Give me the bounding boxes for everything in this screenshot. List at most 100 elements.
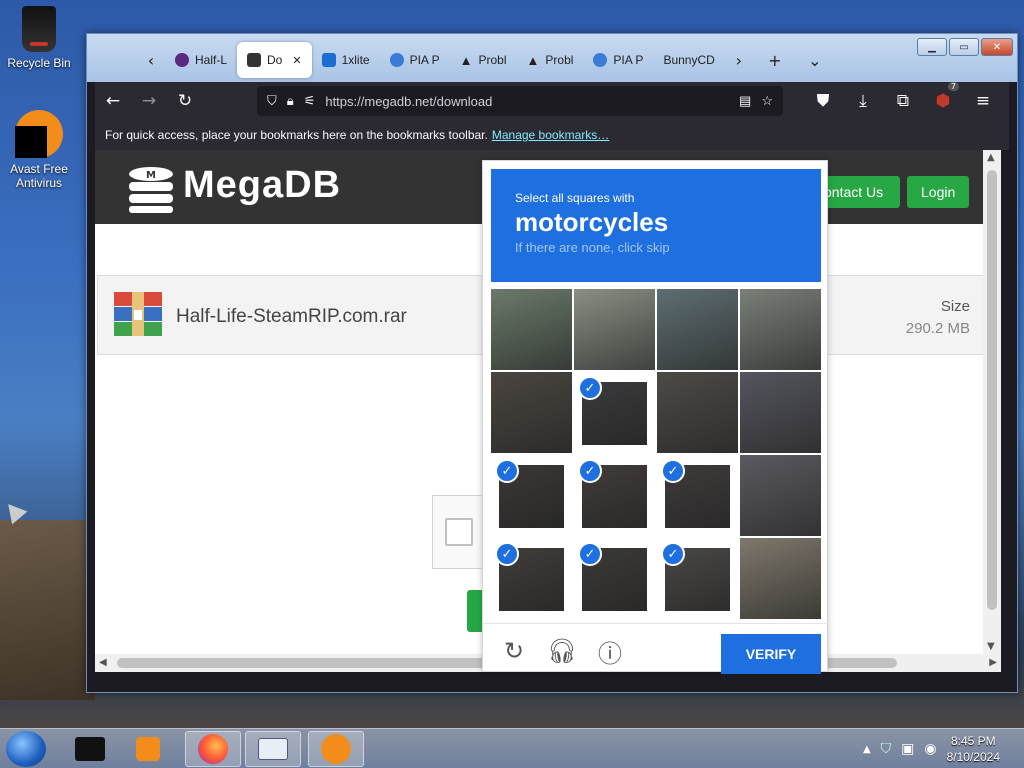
tab-problem-2[interactable]: ▲ Probl — [517, 42, 584, 78]
ublock-icon[interactable]: ⬢ 7 — [925, 82, 961, 116]
tab-strip: ‹ Half-L Do ✕ 1xlite PIA P ▲ Probl ▲ Pro… — [87, 38, 907, 82]
clock[interactable]: 8:45 PM 8/10/2024 — [947, 733, 1000, 765]
close-window-icon[interactable]: ✕ — [981, 38, 1013, 56]
show-hidden-icons-icon[interactable]: ▲ — [863, 744, 871, 755]
taskbar-firefox[interactable] — [185, 731, 241, 767]
captcha-tile[interactable] — [574, 289, 655, 370]
url-text[interactable]: https://megadb.net/download — [325, 94, 729, 109]
captcha-tile[interactable] — [740, 289, 821, 370]
window-controls: ▁ ▭ ✕ — [917, 38, 1013, 56]
megadb-logo-icon: M — [129, 167, 173, 213]
firefox-icon — [198, 734, 228, 764]
volume-icon[interactable]: ◉ — [924, 741, 936, 757]
clock-date: 8/10/2024 — [946, 750, 1000, 764]
clock-time: 8:45 PM — [950, 734, 996, 748]
tabs-scroll-left-icon[interactable]: ‹ — [137, 46, 165, 74]
new-tab-icon[interactable]: + — [761, 46, 789, 74]
downloads-icon[interactable]: ⤓ — [845, 86, 881, 116]
vertical-scroll-thumb[interactable] — [987, 170, 997, 610]
tab-1xlite[interactable]: 1xlite — [312, 42, 380, 78]
extensions-icon[interactable]: ⧉ — [885, 86, 921, 116]
media-player-icon — [136, 737, 160, 761]
tab-half-life[interactable]: Half-L — [165, 42, 237, 78]
nav-toolbar: ← → ↻ ⛉ 🔒︎ ⚟ https://megadb.net/download… — [95, 82, 1009, 120]
tab-label: Half-L — [195, 53, 228, 67]
captcha-grid: ✓ ✓ ✓ ✓ ✓ ✓ ✓ — [491, 289, 821, 619]
lock-icon[interactable]: 🔒︎ — [287, 93, 294, 109]
pocket-icon[interactable]: ⛊ — [805, 86, 841, 116]
tab-label: Probl — [478, 53, 507, 67]
desktop-icon-avast[interactable]: Avast Free Antivirus — [3, 110, 75, 190]
captcha-tile[interactable]: ✓ — [491, 455, 572, 536]
manage-bookmarks-link[interactable]: Manage bookmarks… — [492, 128, 609, 142]
bookmarks-hint: For quick access, place your bookmarks h… — [105, 128, 488, 142]
app-icon — [75, 737, 105, 761]
captcha-tile[interactable] — [740, 538, 821, 619]
back-icon[interactable]: ← — [95, 86, 131, 116]
tab-pia-2[interactable]: PIA P — [583, 42, 653, 78]
url-bar[interactable]: ⛉ 🔒︎ ⚟ https://megadb.net/download ▤ ☆ — [257, 86, 783, 116]
site-logo-text[interactable]: MegaDB — [183, 164, 341, 207]
taskbar-media-player[interactable] — [120, 731, 176, 767]
tab-problem-1[interactable]: ▲ Probl — [450, 42, 517, 78]
system-tray: ▲ ⛉ ▣ ◉ 8:45 PM 8/10/2024 — [863, 729, 1024, 768]
desktop-icon-recycle-bin[interactable]: Recycle Bin — [3, 6, 75, 70]
reader-view-icon[interactable]: ▤ — [739, 93, 751, 109]
tab-pia-1[interactable]: PIA P — [380, 42, 450, 78]
info-icon[interactable]: ⓘ — [595, 636, 625, 668]
captcha-tile[interactable]: ✓ — [657, 538, 738, 619]
tab-label: PIA P — [409, 53, 440, 67]
captcha-tile[interactable]: ✓ — [574, 372, 655, 453]
audio-headphones-icon[interactable]: 🎧︎ — [547, 636, 577, 666]
tracking-shield-icon[interactable]: ⛉ — [267, 93, 277, 109]
scroll-up-icon[interactable]: ▲ — [987, 152, 995, 163]
vertical-scrollbar[interactable]: ▲ ▼ — [983, 150, 1001, 654]
captcha-tile-image — [740, 455, 821, 536]
tab-label: Do — [267, 53, 283, 67]
tabs-scroll-right-icon[interactable]: › — [725, 46, 753, 74]
minimize-icon[interactable]: ▁ — [917, 38, 947, 56]
restore-icon[interactable]: ▭ — [949, 38, 979, 56]
captcha-tile[interactable] — [657, 289, 738, 370]
tab-favicon-icon — [593, 53, 608, 67]
scroll-down-icon[interactable]: ▼ — [987, 641, 995, 652]
captcha-challenge: Select all squares with motorcycles If t… — [482, 160, 829, 674]
reload-icon[interactable]: ↻ — [167, 86, 203, 116]
scroll-left-icon[interactable]: ◀ — [99, 657, 107, 668]
login-button[interactable]: Login — [907, 176, 970, 208]
tab-favicon-icon — [175, 53, 189, 67]
bookmark-star-icon[interactable]: ☆ — [761, 93, 773, 109]
captcha-tile-image — [740, 538, 821, 619]
refresh-icon[interactable]: ↻ — [499, 636, 529, 666]
network-icon[interactable]: ▣ — [901, 741, 914, 757]
list-tabs-icon[interactable]: ⌄ — [801, 46, 829, 74]
start-button[interactable] — [6, 731, 46, 767]
captcha-checkbox[interactable] — [445, 518, 473, 546]
captcha-tile[interactable] — [491, 289, 572, 370]
extension-badge: 7 — [947, 82, 959, 91]
taskbar-avast[interactable] — [308, 731, 364, 767]
tab-download-active[interactable]: Do ✕ — [237, 42, 312, 78]
forward-icon[interactable]: → — [131, 86, 167, 116]
security-shield-icon[interactable]: ⛉ — [881, 741, 892, 757]
scroll-right-icon[interactable]: ▶ — [989, 657, 997, 668]
captcha-tile[interactable] — [491, 372, 572, 453]
size-label: Size — [940, 298, 970, 315]
tab-label: 1xlite — [341, 53, 370, 67]
verify-button[interactable]: VERIFY — [721, 634, 821, 674]
taskbar-keyboard[interactable] — [245, 731, 301, 767]
captcha-tile[interactable]: ✓ — [574, 455, 655, 536]
tab-bunnycdn[interactable]: BunnyCD — [653, 42, 724, 78]
captcha-tile[interactable]: ✓ — [657, 455, 738, 536]
menu-icon[interactable]: ≡ — [965, 86, 1001, 116]
captcha-tile-image — [491, 289, 572, 370]
captcha-tile[interactable] — [740, 372, 821, 453]
captcha-tile[interactable]: ✓ — [574, 538, 655, 619]
captcha-tile[interactable] — [657, 372, 738, 453]
captcha-tile[interactable] — [740, 455, 821, 536]
permissions-icon[interactable]: ⚟ — [304, 93, 316, 109]
captcha-tile[interactable]: ✓ — [491, 538, 572, 619]
close-tab-icon[interactable]: ✕ — [292, 54, 301, 67]
taskbar-desktop-app[interactable] — [62, 731, 118, 767]
file-name: Half-Life-SteamRIP.com.rar — [176, 306, 407, 327]
